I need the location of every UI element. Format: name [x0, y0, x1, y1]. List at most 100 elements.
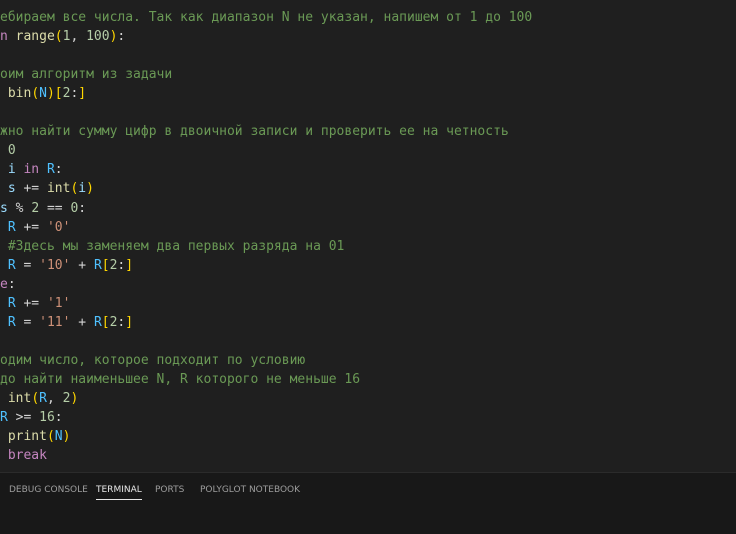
code-token: 16	[39, 410, 55, 426]
code-line: s % 2 == 0:	[0, 199, 86, 218]
code-token: bin	[7, 86, 32, 102]
code-token: R	[39, 391, 47, 406]
code-token: [	[54, 86, 63, 102]
code-token: ]	[125, 257, 134, 273]
code-line: break	[0, 446, 47, 465]
code-token: N	[39, 86, 47, 102]
code-token: s	[0, 200, 8, 216]
code-line: R = '11' + R[2:]	[0, 313, 133, 332]
code-line: оим алгоритм из задачи	[0, 65, 172, 84]
code-token: s	[7, 181, 16, 197]
code-token: :	[54, 162, 63, 178]
code-token: )	[62, 429, 71, 445]
code-token: :	[54, 410, 63, 426]
code-token: '0'	[46, 219, 71, 235]
code-token: '1'	[46, 295, 71, 311]
code-token: (	[31, 391, 40, 406]
code-token: )	[46, 86, 55, 102]
code-token: #Здесь мы заменяем два первых разряда на…	[7, 238, 345, 254]
code-token: print	[7, 429, 47, 445]
code-token: i	[78, 181, 87, 197]
code-token: +	[70, 257, 94, 273]
code-token: +=	[15, 295, 47, 311]
code-line: 0	[0, 141, 16, 160]
code-token: одим число, которое подходит по условию	[0, 352, 306, 368]
code-token: ]	[78, 86, 87, 102]
code-token: (	[54, 29, 63, 45]
code-token: R	[7, 295, 16, 311]
code-line: R = '10' + R[2:]	[0, 256, 133, 275]
code-token: R	[7, 219, 16, 235]
code-line: R += '1'	[0, 294, 71, 313]
code-token: до найти наименьшее N, R которого не мен…	[0, 371, 361, 387]
code-line: одим число, которое подходит по условию	[0, 351, 305, 370]
code-token: )	[70, 391, 79, 406]
code-line: R >= 16:	[0, 408, 63, 427]
code-line: print(N)	[0, 427, 71, 446]
tab-polyglot-notebook[interactable]: POLYGLOT NOTEBOOK	[200, 483, 300, 499]
code-line: ебираем все числа. Так как диапазон N не…	[0, 8, 532, 27]
code-token: >=	[7, 410, 40, 426]
code-token: '10'	[39, 257, 71, 273]
code-line: s += int(i)	[0, 179, 94, 198]
code-token: ]	[125, 314, 134, 330]
code-token: i	[7, 162, 16, 178]
code-token: +=	[15, 181, 47, 197]
code-token: R	[46, 162, 55, 178]
tab-ports[interactable]: PORTS	[155, 483, 184, 499]
code-token: int	[7, 391, 32, 406]
code-editor[interactable]: ебираем все числа. Так как диапазон N не…	[0, 0, 736, 472]
code-token: N	[54, 429, 63, 445]
code-token: R	[7, 257, 16, 273]
code-line: bin(N)[2:]	[0, 84, 86, 103]
tab-debug-console[interactable]: DEBUG CONSOLE	[9, 483, 88, 499]
code-token: [	[101, 314, 110, 330]
code-line: до найти наименьшее N, R которого не мен…	[0, 370, 360, 389]
code-token: [	[101, 257, 110, 273]
code-token: %	[7, 200, 32, 216]
panel-tab-bar: DEBUG CONSOLE TERMINAL PORTS POLYGLOT NO…	[0, 472, 736, 534]
code-token: ==	[39, 200, 71, 216]
code-token: R	[93, 314, 102, 330]
code-token: R	[7, 314, 16, 330]
code-token: :	[117, 29, 126, 45]
code-line: n range(1, 100):	[0, 27, 125, 46]
code-token: 0	[7, 143, 16, 159]
code-token: ,	[70, 29, 87, 45]
code-token: n	[0, 29, 8, 45]
code-token: '11'	[39, 314, 71, 330]
code-line: жно найти сумму цифр в двоичной записи и…	[0, 122, 509, 141]
code-line: R += '0'	[0, 218, 71, 237]
code-token: 100	[86, 29, 110, 45]
code-token: ебираем все числа. Так как диапазон N не…	[0, 10, 533, 25]
code-token: ,	[46, 391, 63, 406]
code-token: жно найти сумму цифр в двоичной записи и…	[0, 124, 509, 140]
code-token: =	[15, 257, 40, 273]
code-token: =	[15, 314, 40, 330]
code-token: in	[23, 162, 40, 178]
code-token: +=	[15, 219, 47, 235]
code-line: #Здесь мы заменяем два первых разряда на…	[0, 237, 345, 256]
code-token: int	[46, 181, 71, 197]
code-token: break	[7, 448, 47, 464]
code-token: range	[15, 29, 55, 45]
code-line: e:	[0, 275, 16, 294]
code-token: (	[31, 86, 40, 102]
tab-terminal[interactable]: TERMINAL	[96, 483, 142, 500]
code-token: :	[7, 276, 16, 292]
code-token: )	[86, 181, 94, 197]
code-token: +	[70, 314, 94, 330]
code-token: 2	[31, 200, 40, 216]
